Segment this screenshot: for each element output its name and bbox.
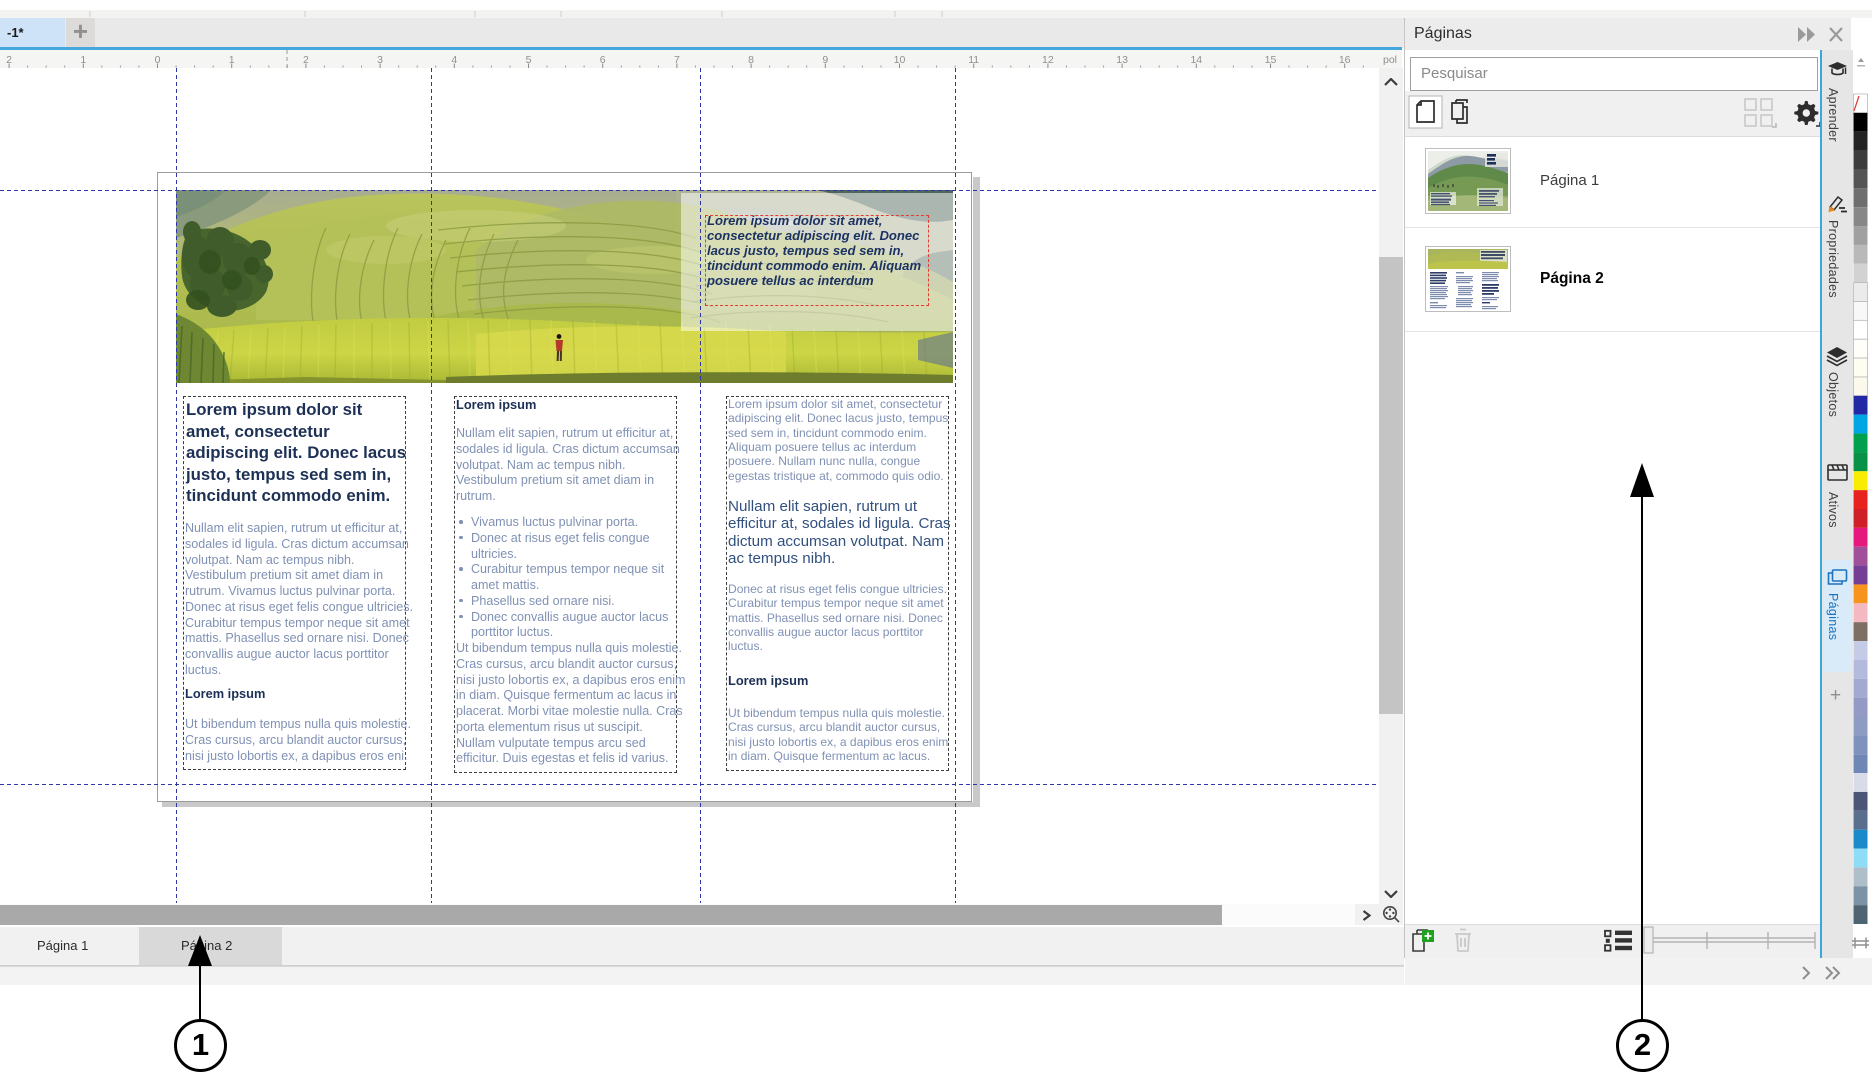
svg-text:pol: pol — [1383, 54, 1397, 66]
